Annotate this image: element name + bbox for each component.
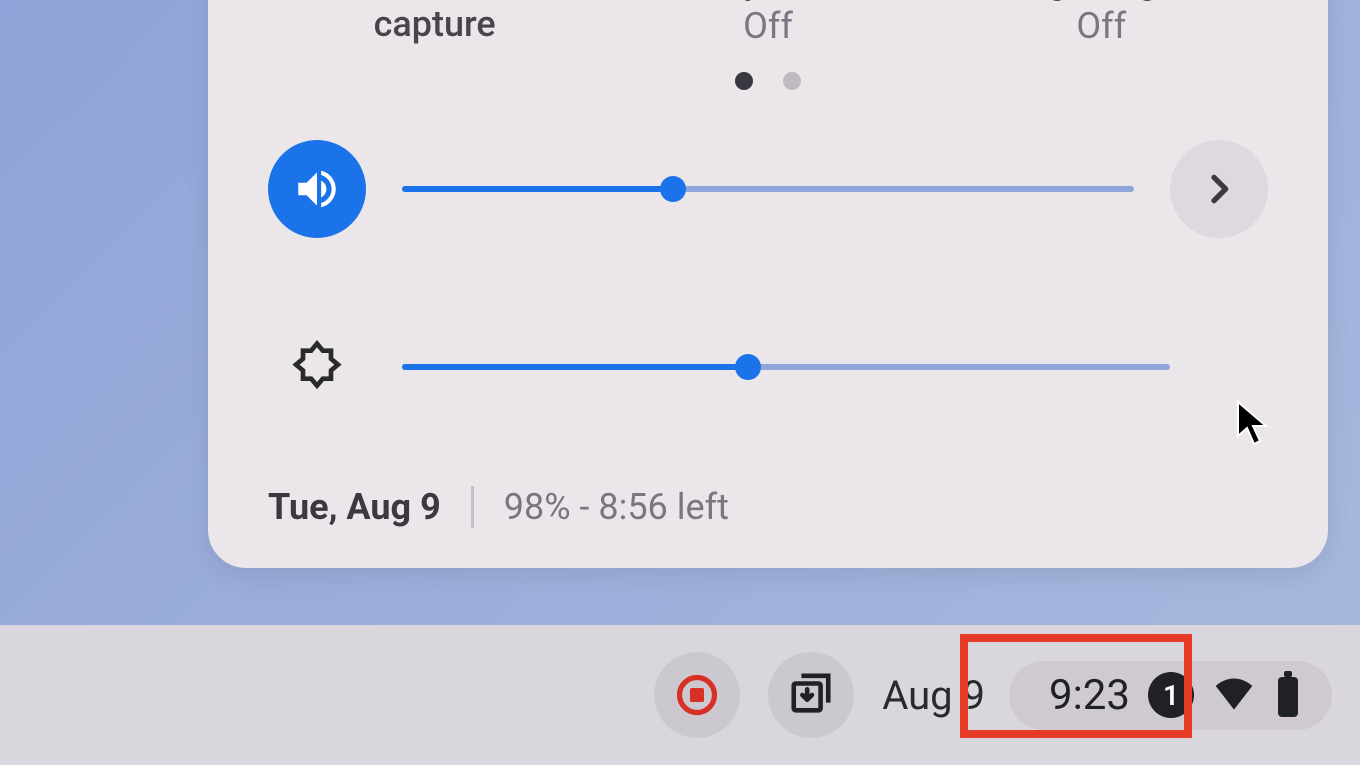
audio-settings-button[interactable]: [1170, 140, 1268, 238]
volume-slider[interactable]: [402, 174, 1134, 204]
slider-thumb[interactable]: [735, 354, 761, 380]
brightness-row: [208, 318, 1328, 416]
chevron-right-icon: [1199, 169, 1239, 209]
panel-battery-status: 98% - 8:56 left: [504, 486, 729, 528]
panel-date: Tue, Aug 9: [268, 486, 441, 528]
page-dot[interactable]: [783, 72, 801, 90]
battery-icon: [1274, 671, 1302, 719]
shelf-date-text: Aug 9: [882, 672, 985, 719]
shelf-holding-space-button[interactable]: [768, 652, 854, 738]
page-dot-active[interactable]: [735, 72, 753, 90]
quick-toggles-row: Screen capture Nearby visibil… Off Night…: [208, 0, 1328, 48]
status-tray[interactable]: 9:23 1: [1009, 661, 1332, 730]
toggle-state: Off: [935, 5, 1268, 47]
brightness-sun-icon: [289, 339, 345, 395]
notification-badge[interactable]: 1: [1148, 672, 1194, 718]
shelf-record-button[interactable]: [654, 652, 740, 738]
volume-icon[interactable]: [268, 140, 366, 238]
toggle-title: Nearby visibil…: [601, 0, 934, 3]
brightness-icon: [268, 318, 366, 416]
panel-info-row: Tue, Aug 9 98% - 8:56 left: [208, 486, 1328, 528]
shelf-date[interactable]: Aug 9: [882, 672, 985, 719]
toggle-nearby-visibility[interactable]: Nearby visibil… Off: [601, 0, 934, 48]
speaker-icon: [292, 164, 342, 214]
slider-fill: [402, 186, 673, 192]
toggle-night-light[interactable]: Night Light Off: [935, 0, 1268, 48]
slider-fill: [402, 364, 748, 370]
record-stop-icon: [676, 674, 718, 716]
divider: [471, 486, 474, 528]
quick-settings-panel: Screen capture Nearby visibil… Off Night…: [208, 0, 1328, 568]
wifi-icon: [1212, 673, 1256, 717]
shelf: Aug 9 9:23 1: [0, 625, 1360, 765]
tray-time: 9:23: [1049, 671, 1130, 720]
download-stack-icon: [788, 672, 834, 718]
toggle-state: Off: [601, 5, 934, 47]
notification-count: 1: [1163, 679, 1179, 712]
toggle-title: Night Light: [935, 0, 1268, 3]
page-indicator[interactable]: [208, 72, 1328, 90]
brightness-slider[interactable]: [402, 352, 1170, 382]
toggle-screen-capture[interactable]: Screen capture: [268, 0, 601, 48]
mouse-cursor: [1236, 400, 1276, 440]
slider-thumb[interactable]: [660, 176, 686, 202]
volume-row: [208, 140, 1328, 238]
toggle-title: Screen capture: [268, 0, 601, 46]
